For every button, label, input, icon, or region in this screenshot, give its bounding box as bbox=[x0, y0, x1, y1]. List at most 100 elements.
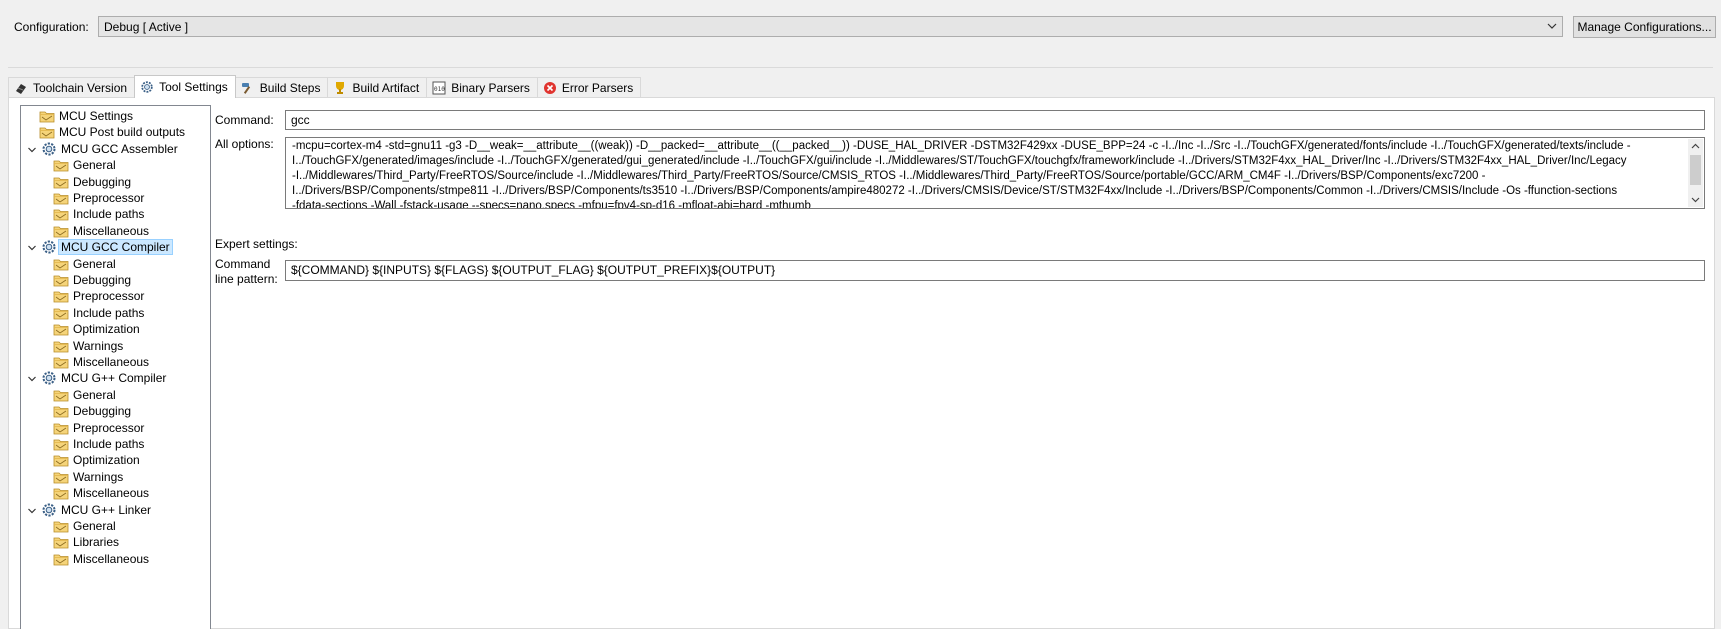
all-options-scrollbar[interactable] bbox=[1688, 139, 1703, 207]
tree-category[interactable]: MCU GCC Compiler bbox=[27, 238, 173, 256]
tree-item[interactable]: Miscellaneous bbox=[53, 550, 149, 568]
chevron-down-icon[interactable] bbox=[27, 144, 37, 154]
tab-binary-parsers[interactable]: 010 Binary Parsers bbox=[426, 77, 538, 97]
tree-category[interactable]: MCU GCC Assembler bbox=[27, 140, 178, 158]
tab-label: Tool Settings bbox=[159, 80, 228, 94]
manage-configurations-button[interactable]: Manage Configurations... bbox=[1573, 16, 1716, 38]
all-options-text: -mcpu=cortex-m4 -std=gnu11 -g3 -D__weak=… bbox=[292, 139, 1684, 209]
tree-label: Preprocessor bbox=[73, 191, 145, 205]
folder-icon bbox=[53, 272, 69, 288]
command-line-pattern-field[interactable]: ${COMMAND} ${INPUTS} ${FLAGS} ${OUTPUT_F… bbox=[285, 260, 1705, 281]
tree-label: Include paths bbox=[73, 207, 145, 222]
tree-item[interactable]: General bbox=[53, 517, 116, 535]
tree-category[interactable]: MCU G++ Linker bbox=[27, 501, 151, 519]
gear-icon bbox=[41, 141, 57, 157]
tab-error-parsers[interactable]: Error Parsers bbox=[536, 77, 642, 97]
all-options-line: I../Drivers/BSP/Components/stmpe811 -I..… bbox=[292, 185, 1618, 197]
tree-item[interactable]: Miscellaneous bbox=[53, 353, 149, 371]
tree-label: Preprocessor bbox=[73, 289, 145, 304]
tree-item[interactable]: Debugging bbox=[53, 271, 131, 289]
hammer-icon bbox=[241, 81, 255, 95]
tree-label: Debugging bbox=[73, 404, 132, 419]
tree-item[interactable]: Miscellaneous bbox=[53, 222, 149, 240]
tree-label: MCU Post build outputs bbox=[59, 125, 186, 140]
all-options-line: I../TouchGFX/generated/images/include -I… bbox=[292, 155, 1627, 167]
tree-item[interactable]: General bbox=[53, 386, 116, 404]
binary-icon: 010 bbox=[432, 81, 446, 95]
chevron-down-icon[interactable] bbox=[27, 373, 37, 383]
tree-item[interactable]: Miscellaneous bbox=[53, 484, 149, 502]
scrollbar-thumb[interactable] bbox=[1690, 155, 1701, 185]
tree-item[interactable]: Preprocessor bbox=[53, 419, 144, 437]
tree-item[interactable]: MCU Post build outputs bbox=[39, 123, 185, 141]
scroll-up-icon[interactable] bbox=[1690, 141, 1701, 152]
tree-label: MCU GCC Compiler bbox=[58, 239, 173, 256]
all-options-line: -fdata-sections -Wall -fstack-usage --sp… bbox=[292, 200, 811, 209]
tree-item[interactable]: Optimization bbox=[53, 320, 140, 338]
tree-item[interactable]: General bbox=[53, 255, 116, 273]
tree-category[interactable]: MCU G++ Compiler bbox=[27, 369, 166, 387]
gear-icon bbox=[41, 370, 57, 386]
tree-label: Miscellaneous bbox=[73, 223, 150, 238]
settings-tree[interactable]: MCU Settings MCU Post build outputs MCU GC… bbox=[20, 105, 211, 629]
gear-icon bbox=[41, 239, 57, 255]
tree-label: Warnings bbox=[73, 469, 124, 484]
tree-item[interactable]: Warnings bbox=[53, 337, 123, 355]
tree-label: Preprocessor bbox=[73, 420, 145, 435]
scroll-down-icon[interactable] bbox=[1690, 194, 1701, 205]
tree-item[interactable]: Preprocessor bbox=[53, 189, 144, 207]
chevron-down-icon[interactable] bbox=[27, 242, 37, 252]
folder-icon bbox=[53, 403, 69, 419]
folder-icon bbox=[53, 518, 69, 534]
tree-item[interactable]: Optimization bbox=[53, 451, 140, 469]
separator bbox=[8, 67, 1713, 68]
folder-icon bbox=[53, 174, 69, 190]
tab-label: Build Artifact bbox=[352, 80, 420, 95]
tree-label: Miscellaneous bbox=[73, 355, 150, 369]
all-options-field[interactable]: -mcpu=cortex-m4 -std=gnu11 -g3 -D__weak=… bbox=[285, 137, 1705, 209]
tree-label: Include paths bbox=[73, 437, 145, 451]
error-icon bbox=[543, 81, 557, 95]
tree-item[interactable]: Debugging bbox=[53, 402, 131, 420]
command-line-pattern-label-2: line pattern: bbox=[215, 272, 278, 286]
tree-label: Optimization bbox=[73, 322, 140, 337]
tree-label: Debugging bbox=[73, 273, 132, 287]
tree-label: Miscellaneous bbox=[73, 486, 150, 501]
folder-icon bbox=[53, 206, 69, 222]
folder-icon bbox=[53, 190, 69, 206]
tree-item[interactable]: Include paths bbox=[53, 205, 144, 223]
folder-icon bbox=[53, 452, 69, 468]
folder-icon bbox=[53, 223, 69, 239]
gear-icon bbox=[140, 80, 154, 94]
command-line-pattern-label: Command bbox=[215, 257, 271, 271]
tree-item[interactable]: Include paths bbox=[53, 435, 144, 453]
tree-label: Optimization bbox=[73, 453, 140, 468]
folder-icon bbox=[53, 485, 69, 501]
tree-label: Warnings bbox=[73, 338, 124, 353]
folder-icon bbox=[39, 108, 55, 124]
tree-item[interactable]: MCU Settings bbox=[39, 107, 133, 125]
configuration-select[interactable]: Debug [ Active ] bbox=[98, 16, 1563, 37]
all-options-line: -I../Middlewares/Third_Party/FreeRTOS/So… bbox=[292, 170, 1486, 182]
tree-label: Libraries bbox=[73, 535, 120, 550]
tab-tool-settings[interactable]: Tool Settings bbox=[134, 75, 236, 98]
folder-icon bbox=[53, 338, 69, 354]
chevron-down-icon[interactable] bbox=[27, 505, 37, 515]
tab-toolchain-version[interactable]: Toolchain Version bbox=[8, 77, 136, 97]
tree-item[interactable]: Libraries bbox=[53, 533, 119, 551]
expert-settings-label: Expert settings: bbox=[215, 237, 298, 251]
tree-item[interactable]: Include paths bbox=[53, 304, 144, 322]
tree-item[interactable]: General bbox=[53, 156, 116, 174]
tree-item[interactable]: Warnings bbox=[53, 468, 123, 486]
folder-icon bbox=[53, 551, 69, 567]
tree-item[interactable]: Preprocessor bbox=[53, 287, 144, 305]
folder-icon bbox=[53, 436, 69, 452]
tree-label: MCU Settings bbox=[59, 109, 134, 123]
tab-build-artifact[interactable]: Build Artifact bbox=[327, 77, 428, 97]
folder-icon bbox=[53, 387, 69, 403]
tree-label: MCU G++ Linker bbox=[61, 502, 152, 517]
tree-item[interactable]: Debugging bbox=[53, 173, 131, 191]
tab-label: Error Parsers bbox=[561, 80, 634, 95]
tab-build-steps[interactable]: Build Steps bbox=[234, 77, 329, 97]
command-field[interactable]: gcc bbox=[285, 110, 1705, 130]
